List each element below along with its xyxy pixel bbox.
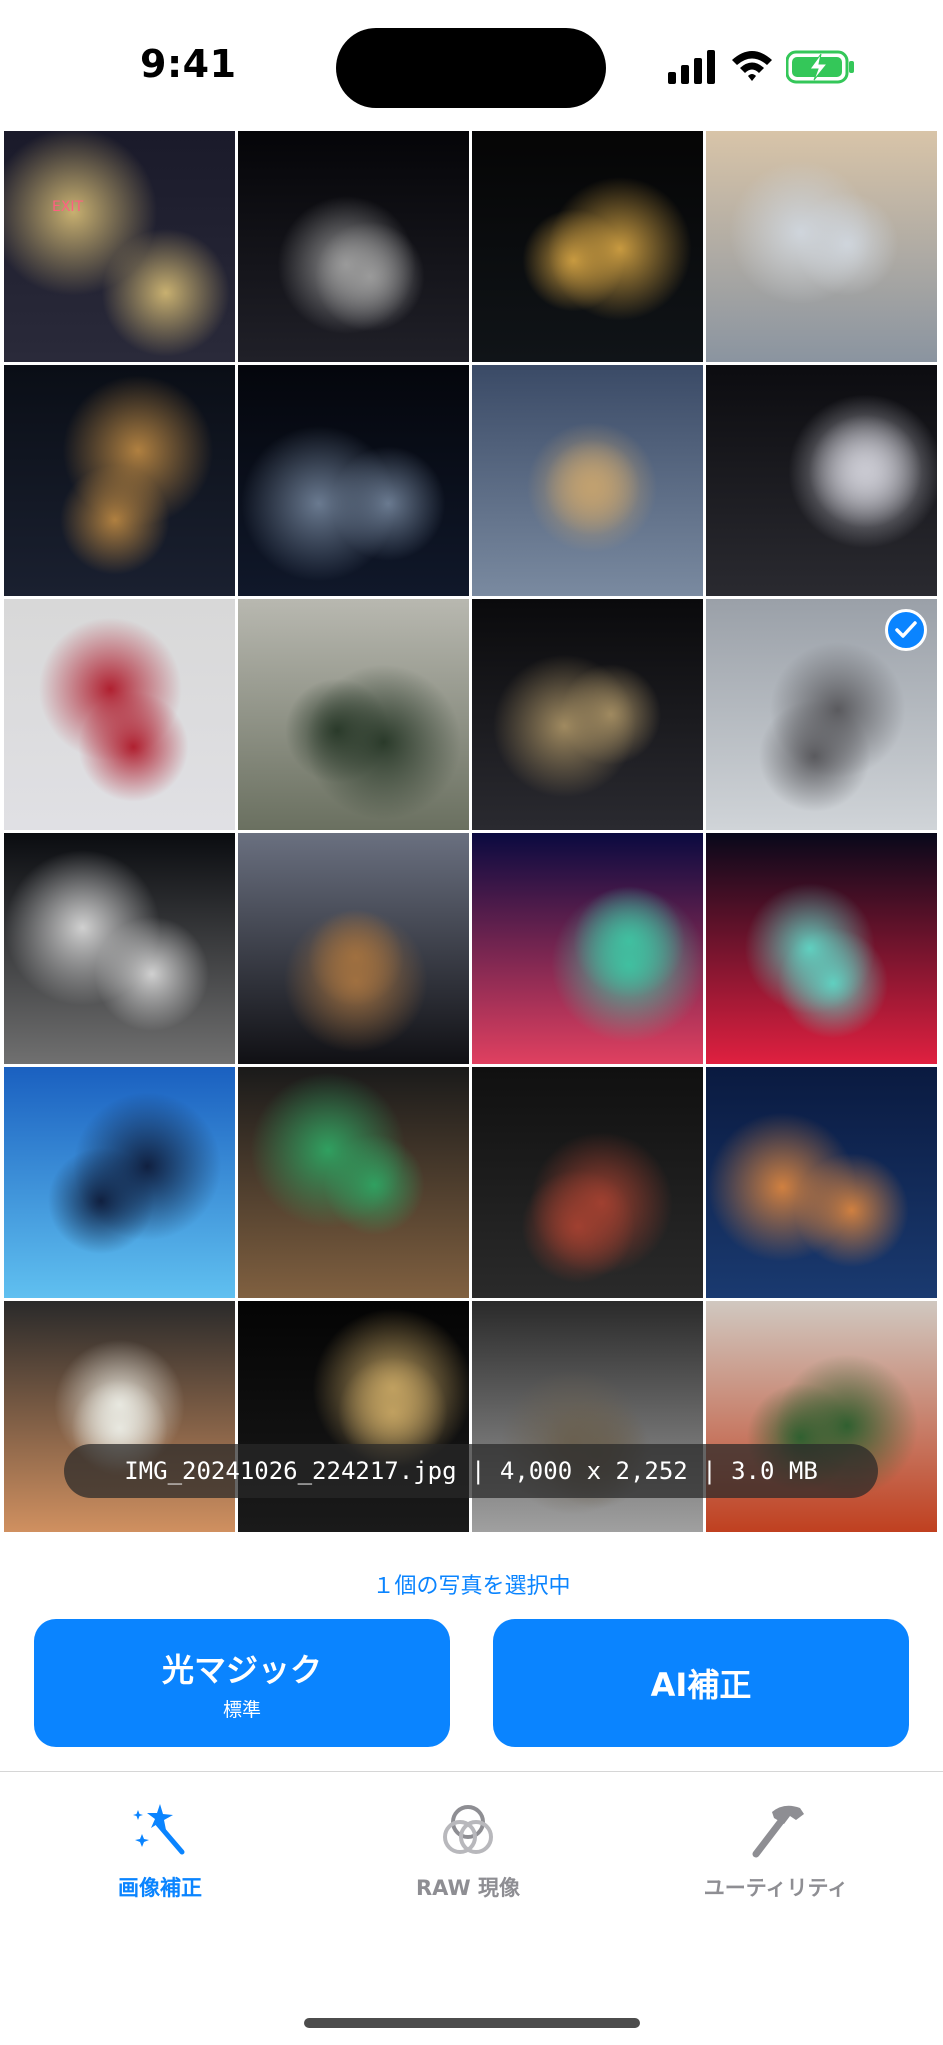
light-magic-label: 光マジック	[161, 1650, 322, 1689]
selection-count: １個の写真を選択中	[372, 1574, 571, 1599]
tab-raw-develop[interactable]: RAW 現像	[368, 1800, 568, 1902]
light-magic-mode: 標準	[222, 1698, 261, 1721]
photo-thumbnail[interactable]	[472, 599, 703, 830]
tab-utility[interactable]: ユーティリティ	[676, 1800, 876, 1902]
photo-sign-text: EXIT	[52, 199, 84, 215]
tab-image-correction[interactable]: 画像補正	[60, 1800, 260, 1902]
photo-thumbnail[interactable]	[238, 365, 469, 596]
tab-bar-divider	[0, 1771, 943, 1772]
photo-thumbnail[interactable]	[238, 131, 469, 362]
photo-thumbnail[interactable]: EXIT	[4, 131, 235, 362]
selected-checkmark-icon	[885, 609, 927, 651]
photo-thumbnail[interactable]	[472, 131, 703, 362]
status-time: 9:41	[140, 42, 237, 86]
photo-thumbnail[interactable]	[238, 1067, 469, 1298]
photo-thumbnail[interactable]	[238, 599, 469, 830]
ai-fix-label: AI補正	[650, 1666, 752, 1704]
battery-charging-icon	[786, 50, 854, 84]
photo-thumbnail[interactable]	[706, 833, 937, 1064]
photo-thumbnail[interactable]	[706, 131, 937, 362]
file-info-overlay: IMG_20241026_224217.jpg | 4,000 x 2,252 …	[64, 1444, 878, 1498]
photo-thumbnail[interactable]	[472, 833, 703, 1064]
magic-wand-icon	[133, 1804, 185, 1855]
status-bar: 9:41	[0, 0, 943, 130]
light-magic-button[interactable]: 光マジック 標準	[34, 1619, 450, 1747]
photo-grid[interactable]: EXIT	[4, 131, 939, 1532]
photo-thumbnail[interactable]	[706, 599, 937, 830]
cellular-signal-icon	[668, 50, 715, 84]
photo-thumbnail[interactable]	[472, 365, 703, 596]
dynamic-island	[336, 28, 606, 108]
home-indicator	[304, 2018, 640, 2028]
tab-raw-develop-label: RAW 現像	[416, 1876, 520, 1900]
tab-utility-label: ユーティリティ	[703, 1876, 849, 1900]
ai-fix-button[interactable]: AI補正	[493, 1619, 909, 1747]
photo-thumbnail[interactable]	[4, 833, 235, 1064]
photo-thumbnail[interactable]	[4, 1067, 235, 1298]
hammer-icon	[752, 1805, 804, 1858]
photo-thumbnail[interactable]	[706, 1067, 937, 1298]
circles-icon	[443, 1805, 493, 1854]
photo-thumbnail[interactable]	[238, 833, 469, 1064]
tab-image-correction-label: 画像補正	[118, 1876, 202, 1900]
photo-thumbnail[interactable]	[4, 365, 235, 596]
wifi-icon	[732, 51, 772, 81]
photo-thumbnail[interactable]	[706, 365, 937, 596]
photo-thumbnail[interactable]	[472, 1067, 703, 1298]
photo-thumbnail[interactable]	[4, 599, 235, 830]
